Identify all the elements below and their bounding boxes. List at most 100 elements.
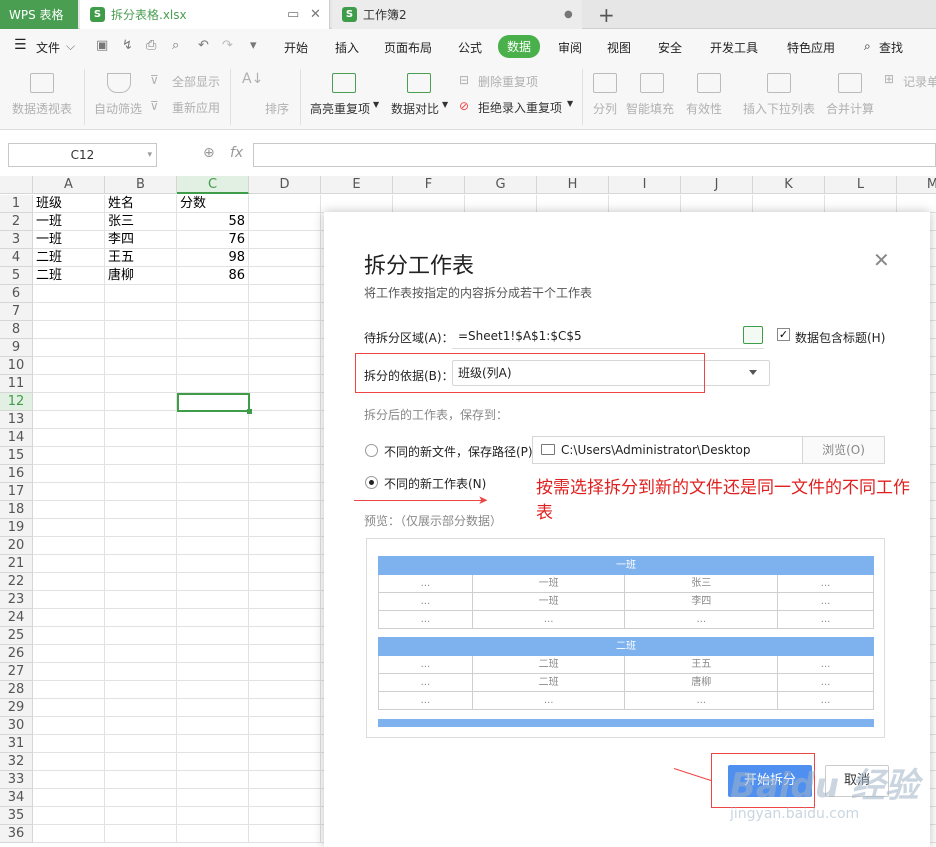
menu-item-start[interactable]: 开始 xyxy=(284,39,308,56)
cell-d2[interactable] xyxy=(249,213,321,231)
close-icon[interactable]: ✕ xyxy=(873,248,890,272)
cell-a21[interactable] xyxy=(33,555,105,573)
cell-a32[interactable] xyxy=(33,753,105,771)
cell-a15[interactable] xyxy=(33,447,105,465)
column-header-b[interactable]: B xyxy=(105,176,177,194)
row-header-32[interactable]: 32 xyxy=(0,753,33,771)
row-header-19[interactable]: 19 xyxy=(0,519,33,537)
cell-d36[interactable] xyxy=(249,825,321,843)
cell-d21[interactable] xyxy=(249,555,321,573)
cell-d14[interactable] xyxy=(249,429,321,447)
cell-l1[interactable] xyxy=(825,195,897,213)
chevron-down-icon[interactable]: ⌵ xyxy=(66,39,75,54)
row-header-16[interactable]: 16 xyxy=(0,465,33,483)
menu-item-developer[interactable]: 开发工具 xyxy=(710,39,758,56)
cell-b2[interactable]: 张三 xyxy=(105,213,177,231)
app-tab[interactable]: WPS 表格 xyxy=(0,0,78,29)
cell-c20[interactable] xyxy=(177,537,249,555)
browse-button[interactable]: 浏览(O) xyxy=(802,436,885,464)
cell-d13[interactable] xyxy=(249,411,321,429)
cell-b3[interactable]: 李四 xyxy=(105,231,177,249)
cell-c7[interactable] xyxy=(177,303,249,321)
cell-a28[interactable] xyxy=(33,681,105,699)
row-header-24[interactable]: 24 xyxy=(0,609,33,627)
menu-item-page-layout[interactable]: 页面布局 xyxy=(384,39,432,56)
cell-a3[interactable]: 一班 xyxy=(33,231,105,249)
cell-a18[interactable] xyxy=(33,501,105,519)
cell-c5[interactable]: 86 xyxy=(177,267,249,285)
column-header-l[interactable]: L xyxy=(825,176,897,194)
row-header-2[interactable]: 2 xyxy=(0,213,33,231)
menu-item-view[interactable]: 视图 xyxy=(607,39,631,56)
cell-b16[interactable] xyxy=(105,465,177,483)
cell-c3[interactable]: 76 xyxy=(177,231,249,249)
cell-c4[interactable]: 98 xyxy=(177,249,249,267)
cell-b4[interactable]: 王五 xyxy=(105,249,177,267)
search-icon[interactable]: ⌕ xyxy=(864,39,871,54)
cell-b10[interactable] xyxy=(105,357,177,375)
cell-a25[interactable] xyxy=(33,627,105,645)
cell-h1[interactable] xyxy=(537,195,609,213)
cell-b31[interactable] xyxy=(105,735,177,753)
cell-c26[interactable] xyxy=(177,645,249,663)
cell-c30[interactable] xyxy=(177,717,249,735)
new-tab-plus-icon[interactable]: + xyxy=(598,3,615,27)
row-header-17[interactable]: 17 xyxy=(0,483,33,501)
cell-b23[interactable] xyxy=(105,591,177,609)
cell-a5[interactable]: 二班 xyxy=(33,267,105,285)
data-compare-button[interactable]: 数据对比 xyxy=(391,100,439,117)
row-header-8[interactable]: 8 xyxy=(0,321,33,339)
row-header-31[interactable]: 31 xyxy=(0,735,33,753)
cell-d26[interactable] xyxy=(249,645,321,663)
row-header-7[interactable]: 7 xyxy=(0,303,33,321)
cell-b20[interactable] xyxy=(105,537,177,555)
column-header-k[interactable]: K xyxy=(753,176,825,194)
cell-c16[interactable] xyxy=(177,465,249,483)
cell-c1[interactable]: 分数 xyxy=(177,195,249,213)
cell-c24[interactable] xyxy=(177,609,249,627)
row-header-33[interactable]: 33 xyxy=(0,771,33,789)
cell-d22[interactable] xyxy=(249,573,321,591)
cell-a17[interactable] xyxy=(33,483,105,501)
cell-b33[interactable] xyxy=(105,771,177,789)
row-header-15[interactable]: 15 xyxy=(0,447,33,465)
menu-item-review[interactable]: 审阅 xyxy=(558,39,582,56)
cell-b35[interactable] xyxy=(105,807,177,825)
preview-icon[interactable]: ⌕ xyxy=(172,38,179,53)
row-header-11[interactable]: 11 xyxy=(0,375,33,393)
cell-b8[interactable] xyxy=(105,321,177,339)
cell-a30[interactable] xyxy=(33,717,105,735)
cell-a13[interactable] xyxy=(33,411,105,429)
cell-b15[interactable] xyxy=(105,447,177,465)
cell-b36[interactable] xyxy=(105,825,177,843)
cell-d12[interactable] xyxy=(249,393,321,411)
option-new-sheet-label[interactable]: 不同的新工作表(N) xyxy=(384,475,486,492)
cell-b26[interactable] xyxy=(105,645,177,663)
row-header-29[interactable]: 29 xyxy=(0,699,33,717)
consolidate-button[interactable]: 合并计算 xyxy=(826,100,874,117)
row-header-14[interactable]: 14 xyxy=(0,429,33,447)
row-header-20[interactable]: 20 xyxy=(0,537,33,555)
pivot-table-button[interactable]: 数据透视表 xyxy=(12,100,72,117)
formula-input[interactable] xyxy=(253,143,936,167)
close-tab-icon[interactable]: ✕ xyxy=(310,7,321,22)
cell-b28[interactable] xyxy=(105,681,177,699)
column-header-c[interactable]: C xyxy=(177,176,249,194)
row-header-5[interactable]: 5 xyxy=(0,267,33,285)
cell-b32[interactable] xyxy=(105,753,177,771)
cell-d3[interactable] xyxy=(249,231,321,249)
cell-c34[interactable] xyxy=(177,789,249,807)
menu-item-data[interactable]: 数据 xyxy=(498,35,541,58)
sort-button[interactable]: 排序 xyxy=(265,100,289,117)
cell-c19[interactable] xyxy=(177,519,249,537)
row-header-28[interactable]: 28 xyxy=(0,681,33,699)
cancel-button[interactable]: 取消 xyxy=(825,765,889,797)
quick-access-dropdown-icon[interactable]: ▾ xyxy=(250,38,257,53)
cell-d8[interactable] xyxy=(249,321,321,339)
cell-a9[interactable] xyxy=(33,339,105,357)
cell-a31[interactable] xyxy=(33,735,105,753)
record-button[interactable]: 记录单 xyxy=(903,73,936,90)
delete-duplicates-button[interactable]: 删除重复项 xyxy=(478,73,538,90)
chevron-down-icon[interactable]: ▼ xyxy=(442,100,448,109)
cell-b14[interactable] xyxy=(105,429,177,447)
